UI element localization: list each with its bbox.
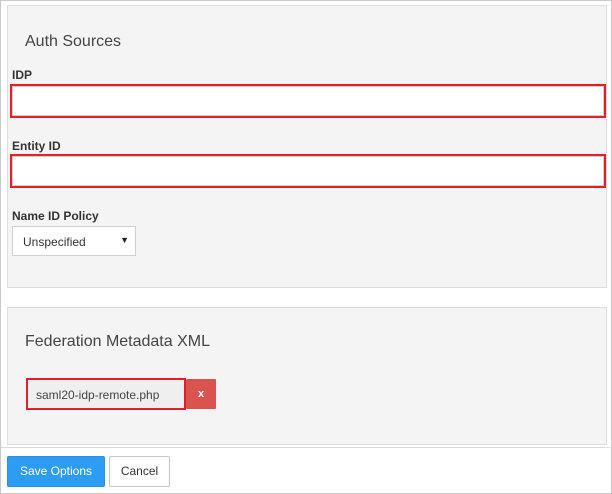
footer-divider: [1, 447, 612, 448]
federation-title: Federation Metadata XML: [25, 333, 210, 350]
metadata-file-chip: saml20-idp-remote.php: [26, 378, 186, 410]
name-id-policy-value: Unspecified: [23, 235, 86, 249]
idp-label: IDP: [12, 68, 33, 82]
cancel-button[interactable]: Cancel: [109, 456, 170, 487]
entity-id-label: Entity ID: [12, 139, 61, 153]
metadata-file-name: saml20-idp-remote.php: [36, 388, 160, 402]
remove-file-button[interactable]: x: [186, 379, 216, 409]
idp-input[interactable]: [10, 84, 606, 118]
save-options-button[interactable]: Save Options: [7, 456, 105, 487]
auth-sources-panel: Auth Sources IDP Entity ID Name ID Polic…: [7, 5, 607, 288]
name-id-policy-label: Name ID Policy: [12, 209, 99, 223]
name-id-policy-select[interactable]: Unspecified ▼: [12, 226, 136, 256]
options-page: Auth Sources IDP Entity ID Name ID Polic…: [0, 0, 612, 494]
federation-panel: Federation Metadata XML saml20-idp-remot…: [7, 307, 607, 445]
auth-sources-title: Auth Sources: [25, 33, 122, 50]
chevron-down-icon: ▼: [120, 235, 129, 245]
entity-id-input[interactable]: [10, 154, 606, 188]
